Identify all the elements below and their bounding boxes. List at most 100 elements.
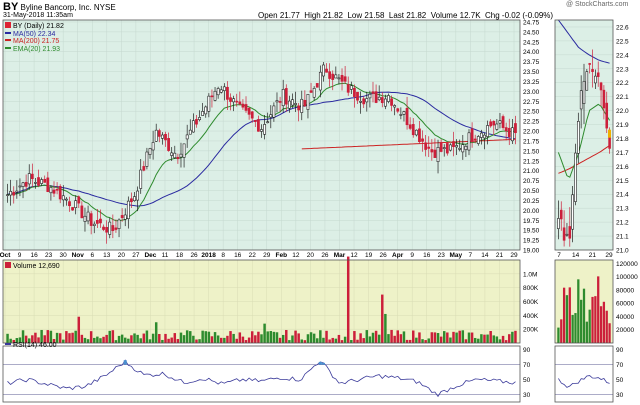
price-x-tick: Dec	[144, 252, 156, 259]
price-y-tick: 19.50	[523, 228, 540, 235]
volume-bar	[93, 337, 96, 343]
price-candle-body	[318, 71, 322, 91]
price-candle-body	[514, 123, 517, 134]
price-candle-body	[291, 99, 294, 106]
zoom-x-tick: 14	[572, 252, 580, 259]
volume-bar	[300, 339, 303, 343]
zoom-candle-body	[585, 71, 589, 91]
price-x-tick: 20	[307, 252, 315, 259]
price-x-tick: 23	[45, 252, 53, 259]
price-candle-body	[418, 128, 421, 143]
price-y-tick: 22.25	[523, 119, 540, 126]
zoom-candle-body	[574, 152, 577, 202]
zoom-candle-body	[591, 69, 594, 72]
volume-bar	[346, 256, 350, 343]
watermark: @ StockCharts.com	[566, 1, 629, 8]
price-candle-body	[65, 198, 68, 201]
zoom-volume-bar	[599, 306, 603, 343]
price-x-tick: 23	[438, 252, 446, 259]
price-candle-body	[383, 98, 387, 107]
price-candle-body	[219, 89, 223, 93]
volume-bar	[77, 316, 81, 343]
price-candle-body	[294, 103, 297, 105]
price-y-tick: 23.00	[523, 89, 540, 96]
price-candle-body	[151, 142, 155, 151]
zoom-volume-y-tick: 40000	[616, 314, 634, 321]
volume-bar	[148, 339, 152, 343]
volume-bar	[192, 335, 195, 343]
price-x-tick: Feb	[276, 252, 288, 259]
volume-bar	[381, 294, 384, 343]
price-y-tick: 22.50	[523, 109, 540, 116]
volume-bar	[127, 338, 130, 343]
price-candle-body	[421, 138, 424, 142]
zoom-rsi-y-tick: 30	[616, 392, 624, 399]
zoom-candle-body	[565, 233, 569, 236]
price-candle-body	[272, 105, 276, 118]
price-candle-body	[71, 207, 74, 211]
price-x-tick: 22	[249, 252, 257, 259]
price-candle-body	[470, 128, 474, 142]
price-candle-body	[297, 105, 301, 111]
price-candle-body	[52, 189, 56, 194]
price-candle-body	[37, 177, 40, 186]
volume-bar	[405, 339, 409, 343]
price-x-tick: 9	[410, 252, 414, 259]
price-candle-body	[489, 121, 493, 127]
price-x-tick: 7	[469, 252, 473, 259]
price-x-tick: 21	[496, 252, 504, 259]
volume-bar	[306, 334, 310, 343]
volume-bar	[492, 335, 496, 343]
volume-bar	[142, 333, 146, 343]
volume-bar	[331, 337, 334, 343]
price-x-tick: Apr	[392, 252, 404, 259]
volume-bar	[102, 336, 105, 343]
price-candle-body	[74, 200, 78, 209]
price-candle-body	[402, 111, 406, 115]
price-x-tick: 29	[510, 252, 518, 259]
price-candle-body	[89, 213, 93, 226]
price-candle-body	[191, 120, 195, 133]
volume-bar	[133, 333, 136, 343]
zoom-volume-bar	[594, 296, 597, 343]
volume-bar	[80, 334, 84, 343]
price-candle-body	[83, 215, 87, 222]
price-candle-body	[315, 83, 319, 88]
price-candle-body	[133, 196, 136, 201]
price-candle-body	[30, 173, 34, 180]
volume-bar	[151, 333, 155, 343]
volume-bar	[399, 334, 403, 343]
volume-bar	[514, 330, 517, 343]
zoom-volume-bar	[597, 276, 600, 343]
price-candle-body	[232, 98, 236, 103]
volume-bar	[71, 332, 74, 343]
price-y-tick: 19.00	[523, 248, 540, 255]
price-candle-body	[498, 120, 502, 124]
price-candle-body	[473, 138, 477, 141]
volume-bar	[111, 330, 115, 343]
price-candle-body	[247, 107, 251, 115]
price-candle-body	[390, 98, 393, 106]
volume-bar	[467, 332, 471, 343]
price-candle-body	[467, 132, 471, 151]
price-candle-body	[405, 107, 409, 126]
price-candle-body	[427, 146, 431, 149]
open-label: Open	[258, 11, 278, 20]
legend-ma200: MA(200) 21.75	[5, 38, 64, 46]
volume-bar	[508, 334, 511, 343]
zoom-y-tick: 22.0	[616, 108, 629, 115]
price-candle-body	[349, 85, 353, 90]
volume-y-tick: 400K	[523, 313, 539, 320]
price-x-tick: 9	[18, 252, 22, 259]
price-candle-body	[40, 179, 43, 184]
zoom-volume-bar	[591, 296, 594, 343]
volume-bar	[285, 329, 288, 343]
volume-bar	[145, 330, 149, 343]
price-candle-body	[136, 190, 140, 201]
volume-bar	[294, 330, 297, 343]
price-y-tick: 19.25	[523, 238, 540, 245]
price-x-tick: 26	[321, 252, 329, 259]
volume-bar	[226, 335, 229, 343]
price-candle-body	[123, 214, 127, 220]
rsi-y-tick: 70	[523, 362, 531, 369]
